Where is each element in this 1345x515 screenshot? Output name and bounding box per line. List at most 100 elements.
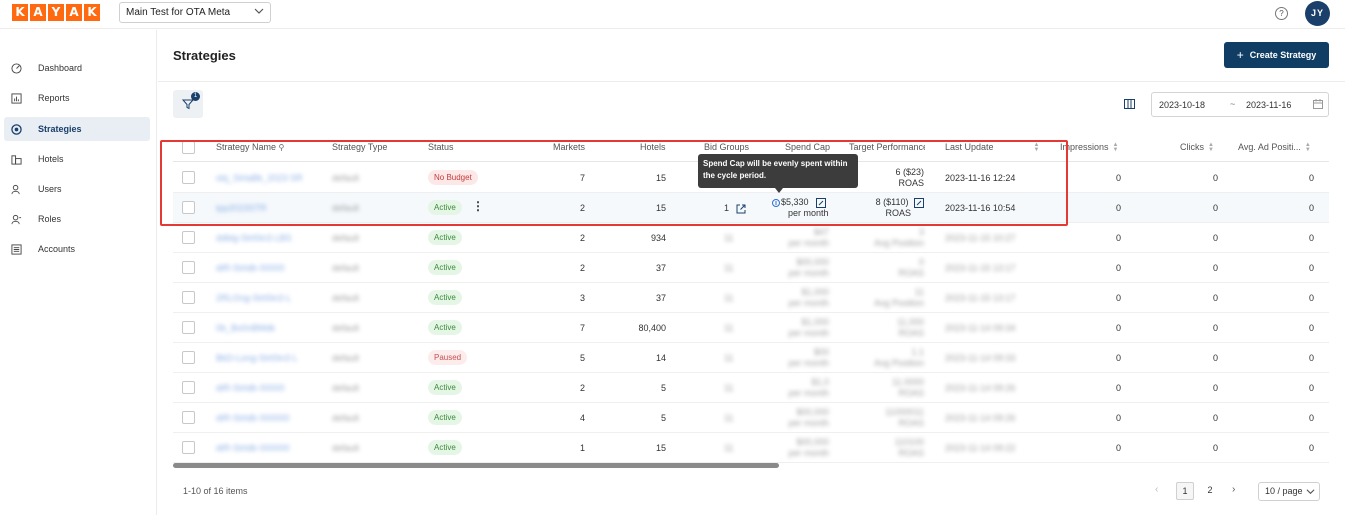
edit-icon[interactable] <box>816 197 827 208</box>
col-spend-cap[interactable]: Spend Cap <box>785 142 830 152</box>
strategy-name-link[interactable]: 0b_Bo0nBMdk <box>216 323 275 333</box>
sidebar-item-users[interactable]: Users <box>4 177 150 201</box>
impressions: 0 <box>1115 413 1121 423</box>
strategy-name-link[interactable]: ddblg-Strt0in3 LBS <box>216 233 292 243</box>
table-row[interactable]: dtR-Strtdb 000000 default Active 4 5 11 $00,00… <box>173 403 1329 433</box>
row-checkbox[interactable] <box>182 261 195 274</box>
col-strategy-type[interactable]: Strategy Type <box>332 142 387 152</box>
col-hotels[interactable]: Hotels <box>640 142 666 152</box>
col-label: Impressions <box>1060 142 1109 152</box>
page-size-select[interactable]: 10 / page <box>1258 482 1320 501</box>
sidebar-item-label: Accounts <box>38 244 76 254</box>
last-update: 2023-11-14 09:26 <box>945 413 1016 423</box>
row-checkbox[interactable] <box>182 321 195 334</box>
hotels-count: 37 <box>655 293 666 303</box>
table-row[interactable]: 2RLOng-Strt0in3 L default Active 3 37 11 $1,00… <box>173 283 1329 313</box>
row-checkbox[interactable] <box>182 231 195 244</box>
row-checkbox[interactable] <box>182 291 195 304</box>
header-divider <box>158 81 1345 82</box>
col-clicks[interactable]: Clicks ▲ ▼ <box>1180 142 1214 153</box>
spend-info-icon[interactable] <box>771 198 781 208</box>
bid-groups-count: 11 <box>724 383 734 393</box>
col-impressions[interactable]: Impressions ▲ ▼ <box>1060 142 1118 153</box>
account-select[interactable]: Main Test for OTA Meta <box>119 2 271 23</box>
edit-icon[interactable] <box>914 197 924 208</box>
next-page-button[interactable]: › <box>1232 484 1235 495</box>
date-range-picker[interactable]: 2023-10-18 ~ 2023-11-16 <box>1151 92 1329 117</box>
horizontal-scrollbar[interactable] <box>173 463 779 468</box>
target-performance: 3 Avg Position <box>874 227 924 248</box>
columns-icon[interactable] <box>1124 99 1135 109</box>
impressions: 0 <box>1115 173 1121 183</box>
col-strategy-name[interactable]: Strategy Name ⚲ <box>216 142 284 152</box>
table-row[interactable]: tpp2023STR default Active ⋮ 2 15 1 $5,33… <box>173 193 1329 223</box>
row-checkbox[interactable] <box>182 351 195 364</box>
kayak-logo[interactable]: K A Y A K <box>12 4 100 21</box>
col-last-update[interactable]: Last Update ▲ ▼ <box>945 142 1040 153</box>
spend-cap: $5,330 per month <box>771 197 829 219</box>
row-checkbox[interactable] <box>182 411 195 424</box>
strategy-name-link[interactable]: obj_StrtaBk_2023 SR <box>216 173 303 183</box>
row-checkbox[interactable] <box>182 381 195 394</box>
bid-groups-count: 11 <box>724 443 734 453</box>
sidebar-item-reports[interactable]: Reports <box>4 86 150 110</box>
page-1-button[interactable]: 1 <box>1176 482 1194 500</box>
col-markets[interactable]: Markets <box>553 142 585 152</box>
hotels-count: 37 <box>655 263 666 273</box>
spend-cap: $00,000 per month <box>788 407 829 428</box>
table-row[interactable]: ddblg-Strt0in3 LBS default Active 2 934 11 $47… <box>173 223 1329 253</box>
table-row[interactable]: dtR-Strtdb 00000 default Active 2 5 11 $1,0 per… <box>173 373 1329 403</box>
table-row[interactable]: BkD-Long-Strt0in3 L default Paused 5 14 11 $00… <box>173 343 1329 373</box>
avg-ad-position: 0 <box>1308 293 1314 303</box>
bid-groups-link[interactable]: 1 <box>724 203 746 214</box>
sidebar-item-roles[interactable]: Roles <box>4 207 150 231</box>
sort-icon: ▲ ▼ <box>1112 141 1119 153</box>
col-avg-ad-position[interactable]: Avg. Ad Positi... ▲ ▼ <box>1238 142 1311 153</box>
table-row[interactable]: dtR-Strtdb 00000 default Active 2 37 11 $00,00… <box>173 253 1329 283</box>
strategy-name-link[interactable]: dtR-Strtdb 000000 <box>216 413 290 423</box>
table-row[interactable]: dtR-Strtdb 000000 default Active 1 15 11 $00,0… <box>173 433 1329 463</box>
prev-page-button[interactable]: ‹ <box>1155 484 1158 495</box>
markets-count: 4 <box>579 413 585 423</box>
sort-icon: ▲ ▼ <box>1208 141 1214 153</box>
spend-cap: $00 per month <box>788 347 829 368</box>
col-bid-groups[interactable]: Bid Groups <box>704 142 749 152</box>
col-target-performance[interactable]: Target Performance <box>849 142 925 152</box>
strategy-name-link[interactable]: tpp2023STR <box>216 203 267 213</box>
row-checkbox[interactable] <box>182 201 195 214</box>
target-performance: 8 ($110) ROAS <box>849 197 924 219</box>
external-link-icon[interactable] <box>736 204 746 214</box>
table-row[interactable]: 0b_Bo0nBMdk default Active 7 80,400 11 $1,000 p… <box>173 313 1329 343</box>
start-date[interactable]: 2023-10-18 <box>1159 100 1205 110</box>
strategy-name-link[interactable]: 2RLOng-Strt0in3 L <box>216 293 291 303</box>
spend-cap: $00,000 per month <box>788 437 829 458</box>
col-status[interactable]: Status <box>428 142 454 152</box>
sidebar-item-dashboard[interactable]: Dashboard <box>4 56 150 80</box>
strategy-name-link[interactable]: dtR-Strtdb 00000 <box>216 263 285 273</box>
clicks: 0 <box>1212 263 1218 273</box>
bid-groups-count: 1 <box>724 203 730 213</box>
last-update: 2023-11-14 09:34 <box>945 323 1016 333</box>
help-icon[interactable]: ? <box>1275 7 1288 20</box>
sidebar-item-accounts[interactable]: Accounts <box>4 237 150 261</box>
target-performance: 11 Avg Position <box>874 287 924 308</box>
select-all-checkbox[interactable] <box>182 141 195 154</box>
spend-cap: $1,0 per month <box>788 377 829 398</box>
row-checkbox[interactable] <box>182 441 195 454</box>
bid-groups-count: 11 <box>724 263 734 273</box>
sidebar-item-hotels[interactable]: Hotels <box>4 147 150 171</box>
clicks: 0 <box>1212 443 1218 453</box>
more-actions-icon[interactable]: ⋮ <box>472 200 484 212</box>
avatar[interactable]: JY <box>1305 1 1330 26</box>
row-checkbox[interactable] <box>182 171 195 184</box>
sidebar-item-strategies[interactable]: Strategies <box>4 117 150 141</box>
strategy-name-link[interactable]: BkD-Long-Strt0in3 L <box>216 353 298 363</box>
bid-groups-count: 11 <box>724 413 734 423</box>
create-strategy-button[interactable]: + Create Strategy <box>1224 42 1329 68</box>
page-2-button[interactable]: 2 <box>1201 482 1219 500</box>
strategy-name-link[interactable]: dtR-Strtdb 000000 <box>216 443 290 453</box>
strategy-name-link[interactable]: dtR-Strtdb 00000 <box>216 383 285 393</box>
status-badge: Active <box>428 320 462 335</box>
end-date[interactable]: 2023-11-16 <box>1246 100 1291 110</box>
hotels-count: 15 <box>655 443 666 453</box>
